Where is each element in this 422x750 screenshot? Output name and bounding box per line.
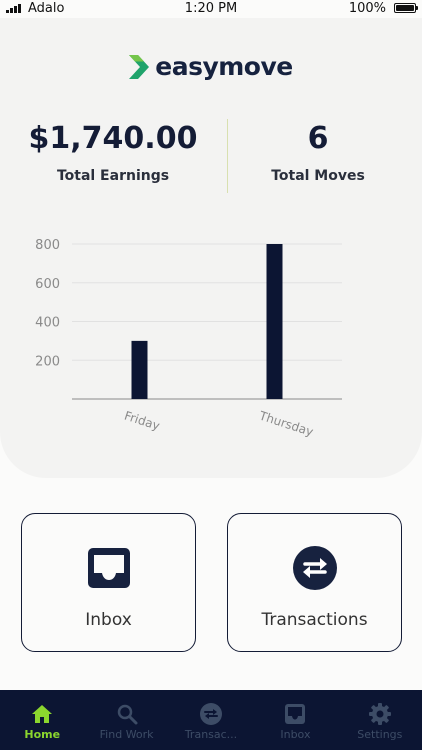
swap-arrows-icon [292, 546, 337, 590]
y-tick-label: 400 [35, 316, 60, 331]
total-moves-value: 6 [307, 121, 329, 156]
y-tick-label: 600 [35, 277, 60, 292]
swap-arrows-icon [200, 703, 223, 725]
gear-icon [368, 703, 391, 725]
inbox-card-label: Inbox [85, 610, 132, 630]
total-earnings-stat: $1,740.00 Total Earnings [20, 121, 206, 184]
transactions-card[interactable]: Transactions [227, 513, 402, 652]
tab-transactions[interactable]: Transac... [169, 690, 253, 750]
dashboard-panel: easymove $1,740.00 Total Earnings 6 Tota… [0, 18, 422, 478]
chart-bar [266, 244, 283, 399]
status-bar: Adalo 1:20 PM 100% [0, 0, 422, 18]
x-tick-label: Friday [123, 409, 162, 434]
tab-transactions-label: Transac... [184, 728, 238, 741]
brand-logo: easymove [0, 52, 422, 81]
battery-percent: 100% [348, 1, 386, 16]
chart-bar [131, 340, 148, 399]
tab-find-work-label: Find Work [99, 728, 154, 741]
tab-settings[interactable]: Settings [338, 690, 422, 750]
brand-name: easymove [155, 52, 293, 81]
home-icon [32, 705, 53, 723]
transactions-card-label: Transactions [261, 610, 368, 630]
tab-find-work[interactable]: Find Work [84, 690, 168, 750]
total-moves-stat: 6 Total Moves [230, 121, 406, 184]
total-earnings-value: $1,740.00 [28, 121, 198, 156]
tab-inbox-label: Inbox [280, 728, 311, 741]
stats-divider [227, 119, 228, 193]
y-tick-label: 800 [35, 238, 60, 253]
inbox-card[interactable]: Inbox [21, 513, 196, 652]
inbox-icon [285, 704, 306, 724]
logo-chevron-icon [129, 54, 150, 79]
bottom-tab-bar: Home Find Work Transac... Inbox Settings [0, 690, 422, 750]
tab-home[interactable]: Home [0, 690, 84, 750]
tab-settings-label: Settings [357, 728, 403, 741]
tab-inbox[interactable]: Inbox [253, 690, 337, 750]
y-tick-label: 200 [35, 354, 60, 369]
tab-home-label: Home [24, 728, 61, 741]
total-moves-label: Total Moves [271, 168, 365, 184]
earnings-chart: 200 400 600 800 Friday Thursday [35, 238, 342, 439]
inbox-icon [87, 546, 131, 590]
x-tick-label: Thursday [257, 408, 315, 439]
battery-icon [394, 3, 418, 13]
search-icon [117, 704, 138, 725]
total-earnings-label: Total Earnings [56, 168, 170, 184]
